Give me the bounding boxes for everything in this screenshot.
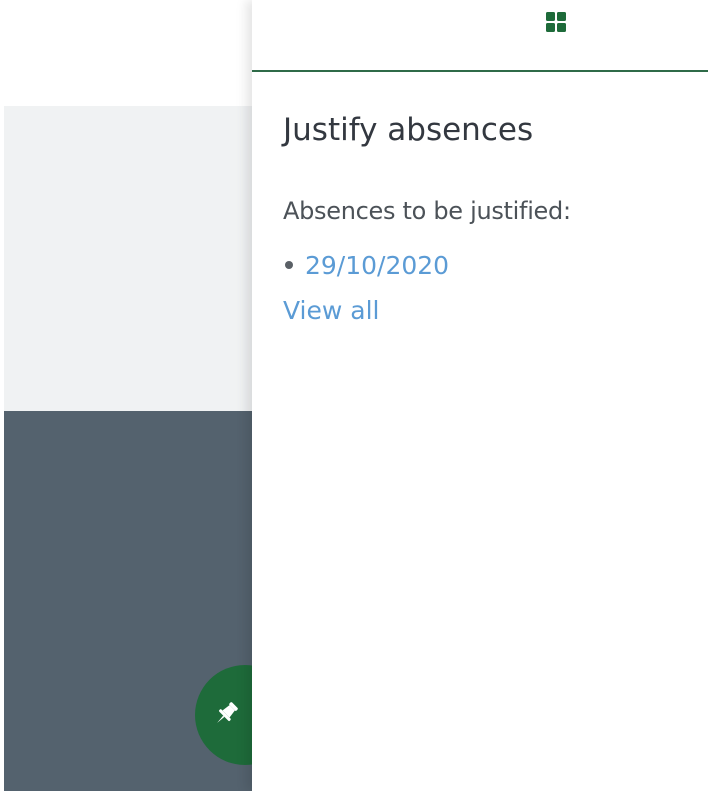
panel-header bbox=[252, 0, 708, 72]
bullet-icon bbox=[285, 261, 293, 269]
absence-list: 29/10/2020 bbox=[283, 247, 449, 283]
absence-date-link[interactable]: 29/10/2020 bbox=[305, 251, 449, 280]
list-item: 29/10/2020 bbox=[283, 247, 449, 283]
left-edge-strip bbox=[0, 0, 4, 791]
view-all-link[interactable]: View all bbox=[283, 296, 379, 325]
justify-absences-panel: Justify absences Absences to be justifie… bbox=[252, 0, 708, 791]
app-window: Justify absences Absences to be justifie… bbox=[0, 0, 708, 791]
absences-subtitle: Absences to be justified: bbox=[283, 197, 571, 225]
pin-icon bbox=[217, 702, 238, 723]
grid-icon[interactable] bbox=[546, 12, 566, 32]
panel-title: Justify absences bbox=[283, 112, 534, 148]
background-content-area bbox=[0, 106, 252, 411]
background-top-area bbox=[0, 0, 252, 106]
background-page bbox=[0, 0, 252, 791]
